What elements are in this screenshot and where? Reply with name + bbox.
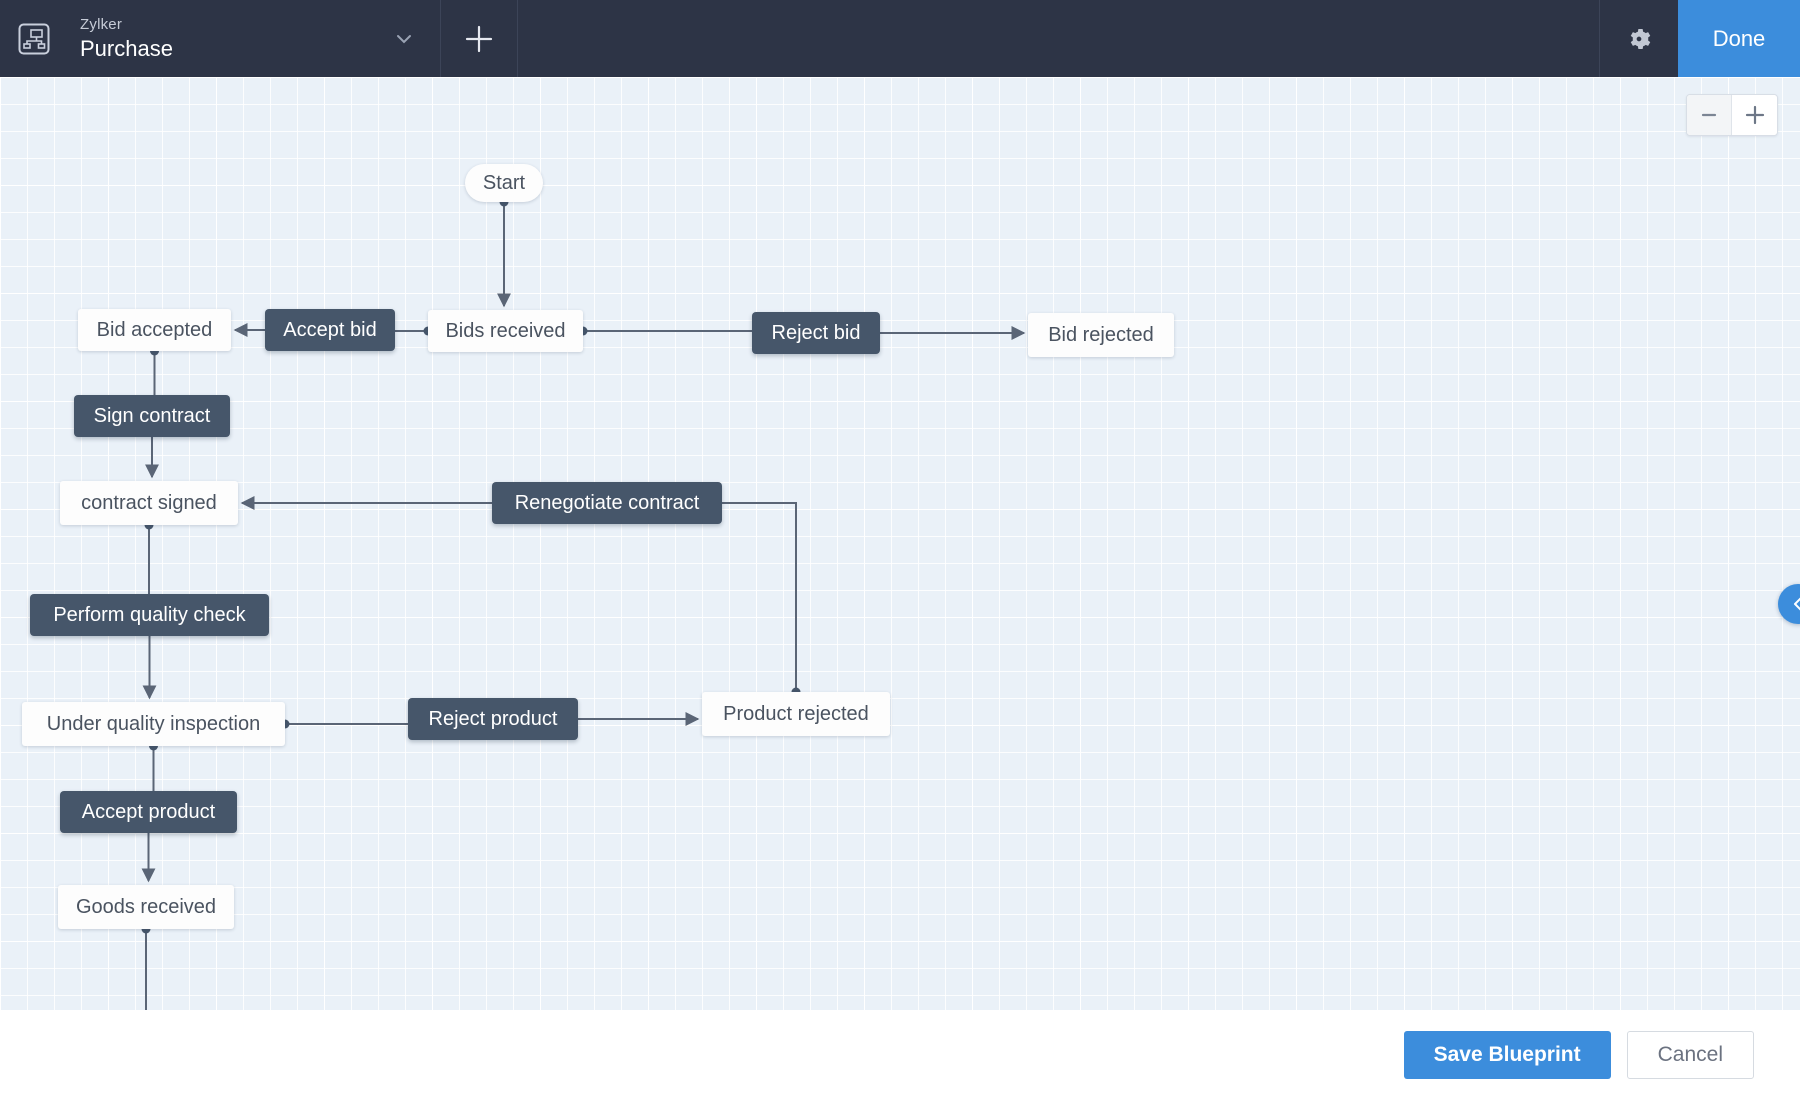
app-header: Zylker Purchase Done xyxy=(0,0,1800,77)
node-label: contract signed xyxy=(81,492,217,515)
state-node-under_quality_insp[interactable]: Under quality inspection xyxy=(22,702,285,746)
blueprint-canvas[interactable]: Start Bids received Accept bid Bid accepted… xyxy=(0,77,1800,1010)
node-label: Reject bid xyxy=(772,322,861,345)
node-label: Goods received xyxy=(76,896,216,919)
done-button[interactable]: Done xyxy=(1678,0,1800,77)
minus-icon xyxy=(1698,104,1720,126)
node-label: Accept product xyxy=(82,801,215,824)
plus-icon xyxy=(1743,103,1767,127)
blueprint-name: Purchase xyxy=(80,35,368,62)
node-label: Under quality inspection xyxy=(47,713,260,736)
edges-layer xyxy=(0,77,1800,1010)
zoom-control xyxy=(1686,94,1778,136)
state-node-bids_received[interactable]: Bids received xyxy=(428,310,583,352)
state-node-bid_accepted[interactable]: Bid accepted xyxy=(78,309,231,351)
node-label: Bid accepted xyxy=(97,319,213,342)
add-blueprint-button[interactable] xyxy=(441,0,517,77)
settings-button[interactable] xyxy=(1600,0,1678,77)
node-label: Reject product xyxy=(429,708,558,731)
zoom-in-button[interactable] xyxy=(1732,95,1777,135)
org-name: Zylker xyxy=(80,15,368,35)
node-label: Sign contract xyxy=(94,405,211,428)
transition-node-renegotiate_contract[interactable]: Renegotiate contract xyxy=(492,482,722,524)
state-node-product_rejected[interactable]: Product rejected xyxy=(702,692,890,736)
zoom-out-button[interactable] xyxy=(1687,95,1732,135)
header-spacer xyxy=(518,0,1599,77)
state-node-contract_signed[interactable]: contract signed xyxy=(60,481,238,525)
node-label: Perform quality check xyxy=(53,604,245,627)
transition-node-accept_product[interactable]: Accept product xyxy=(60,791,237,833)
chevron-left-icon xyxy=(1789,595,1800,613)
state-node-goods_received[interactable]: Goods received xyxy=(58,885,234,929)
node-label: Bids received xyxy=(445,320,565,343)
state-node-bid_rejected[interactable]: Bid rejected xyxy=(1028,313,1174,357)
transition-node-reject_product[interactable]: Reject product xyxy=(408,698,578,740)
transition-node-reject_bid[interactable]: Reject bid xyxy=(752,312,880,354)
chevron-down-icon xyxy=(389,24,419,54)
plus-icon xyxy=(462,22,496,56)
blueprint-icon xyxy=(0,0,68,77)
node-label: Accept bid xyxy=(283,319,376,342)
node-label: Start xyxy=(483,172,525,195)
save-blueprint-button[interactable]: Save Blueprint xyxy=(1404,1031,1611,1079)
app-footer: Save Blueprint Cancel xyxy=(0,1010,1800,1100)
blueprint-switcher-button[interactable] xyxy=(368,0,440,77)
transition-node-accept_bid[interactable]: Accept bid xyxy=(265,309,395,351)
transition-node-perform_quality_check[interactable]: Perform quality check xyxy=(30,594,269,636)
gear-icon xyxy=(1624,24,1654,54)
node-label: Renegotiate contract xyxy=(515,492,700,515)
cancel-button[interactable]: Cancel xyxy=(1627,1031,1754,1079)
header-titles: Zylker Purchase xyxy=(68,0,368,77)
node-label: Bid rejected xyxy=(1048,324,1154,347)
node-label: Product rejected xyxy=(723,703,869,726)
state-node-start[interactable]: Start xyxy=(465,164,543,202)
transition-node-sign_contract[interactable]: Sign contract xyxy=(74,395,230,437)
